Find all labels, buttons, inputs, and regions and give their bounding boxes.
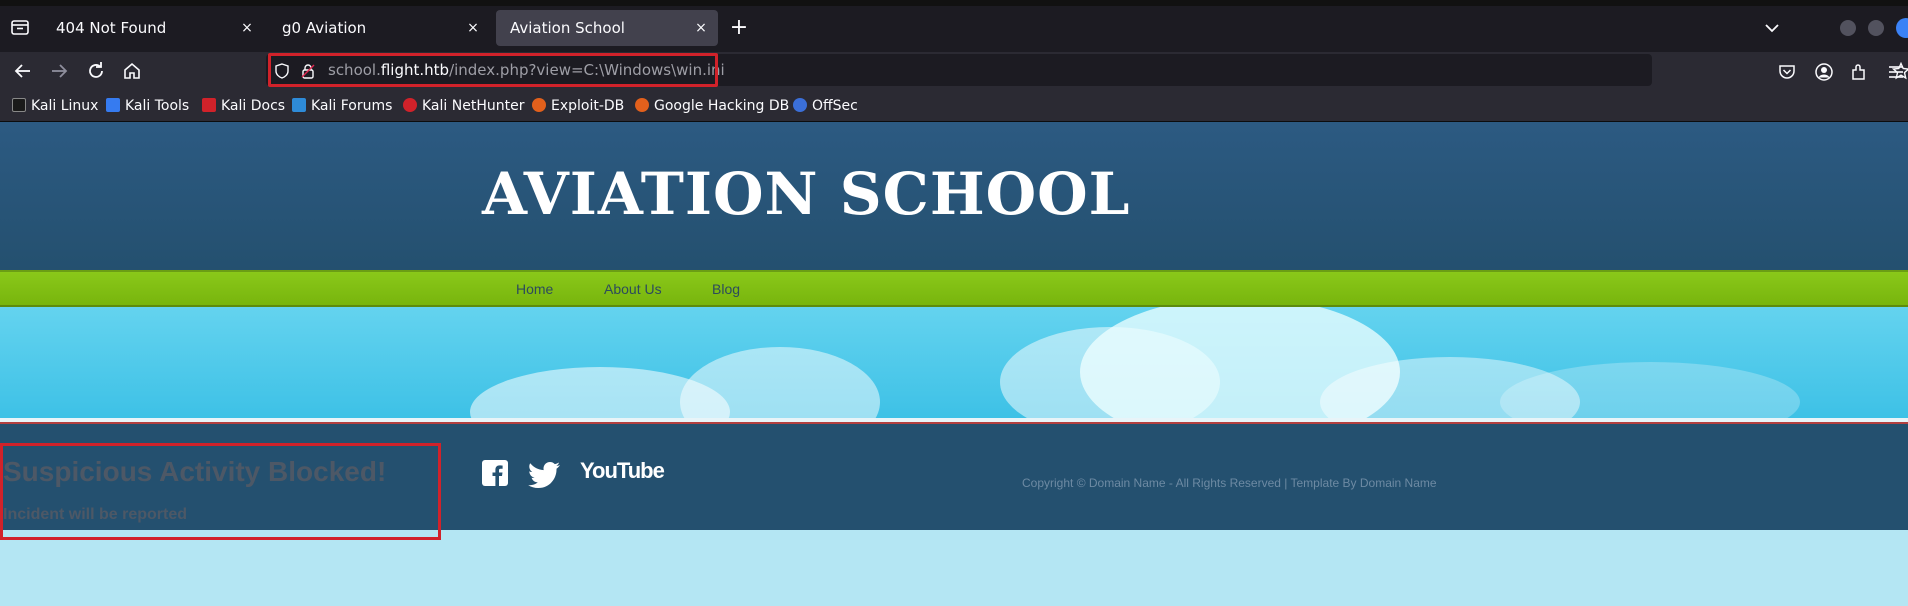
tab-404-not-found[interactable]: 404 Not Found × <box>42 10 264 46</box>
twitter-icon[interactable] <box>526 462 562 488</box>
menu-home[interactable]: Home <box>516 272 553 307</box>
bookmark-kali-docs[interactable]: Kali Docs <box>202 90 285 122</box>
bookmark-kali-linux[interactable]: Kali Linux <box>12 90 98 122</box>
bookmark-kali-nethunter[interactable]: Kali NetHunter <box>403 90 524 122</box>
url-highlight-box <box>268 53 718 87</box>
extensions-icon[interactable] <box>1849 62 1869 82</box>
tab-title: Aviation School <box>510 19 625 37</box>
bookmark-label: Kali Forums <box>311 98 393 114</box>
facebook-icon[interactable] <box>482 460 508 486</box>
sky-banner <box>0 307 1908 419</box>
kali-forums-icon <box>292 98 306 112</box>
copyright-text: Copyright © Domain Name - All Rights Res… <box>1022 476 1437 490</box>
tab-list-icon[interactable] <box>10 18 30 36</box>
tab-bar: 404 Not Found × g0 Aviation × Aviation S… <box>0 0 1908 52</box>
kali-docs-icon <box>202 98 216 112</box>
pocket-icon[interactable] <box>1777 62 1797 82</box>
nethunter-icon <box>403 98 417 112</box>
alert-subtitle: Incident will be reported <box>3 506 188 523</box>
bookmark-label: Kali Tools <box>125 98 190 114</box>
ghdb-icon <box>635 98 649 112</box>
home-icon[interactable] <box>120 59 144 83</box>
tab-close-icon[interactable]: × <box>464 10 482 46</box>
new-tab-button[interactable]: + <box>728 14 750 42</box>
bookmark-label: Google Hacking DB <box>654 98 790 114</box>
alert-highlight-box: Suspicious Activity Blocked! Incident wi… <box>0 443 441 540</box>
menu-about-us[interactable]: About Us <box>604 272 662 307</box>
tab-aviation-school[interactable]: Aviation School × <box>496 10 718 46</box>
tab-title: 404 Not Found <box>56 19 167 37</box>
site-header: AVIATION SCHOOL <box>0 122 1908 270</box>
tab-close-icon[interactable]: × <box>238 10 256 46</box>
close-window-button[interactable] <box>1896 18 1908 38</box>
bookmark-google-hacking-db[interactable]: Google Hacking DB <box>635 90 789 122</box>
offsec-icon <box>793 98 807 112</box>
account-icon[interactable] <box>1814 62 1834 82</box>
bookmark-kali-forums[interactable]: Kali Forums <box>292 90 392 122</box>
menu-hamburger-icon[interactable] <box>1886 62 1906 82</box>
back-arrow-icon[interactable] <box>11 59 35 83</box>
site-menu: Home About Us Blog <box>0 270 1908 307</box>
bookmark-label: Exploit-DB <box>551 98 625 114</box>
site-title: AVIATION SCHOOL <box>482 160 1131 228</box>
maximize-button[interactable] <box>1868 20 1884 36</box>
bookmark-label: Kali NetHunter <box>422 98 525 114</box>
bookmark-kali-tools[interactable]: Kali Tools <box>106 90 189 122</box>
bookmarks-toolbar: Kali Linux Kali Tools Kali Docs Kali For… <box>0 90 1908 122</box>
tab-close-icon[interactable]: × <box>692 10 710 46</box>
exploit-db-icon <box>532 98 546 112</box>
tabbar-top-strip <box>0 0 1908 6</box>
alert-title: Suspicious Activity Blocked! <box>3 456 387 487</box>
minimize-button[interactable] <box>1840 20 1856 36</box>
bookmark-exploit-db[interactable]: Exploit-DB <box>532 90 624 122</box>
cloud-shape <box>680 347 880 419</box>
kali-icon <box>12 98 26 112</box>
bookmark-offsec[interactable]: OffSec <box>793 90 858 122</box>
web-page: AVIATION SCHOOL Home About Us Blog YouTu… <box>0 122 1908 606</box>
bookmark-label: Kali Docs <box>221 98 286 114</box>
bookmark-label: OffSec <box>812 98 858 114</box>
bookmark-label: Kali Linux <box>31 98 99 114</box>
forward-arrow-icon[interactable] <box>47 59 71 83</box>
kali-tools-icon <box>106 98 120 112</box>
youtube-icon[interactable]: YouTube <box>580 458 665 484</box>
tab-title: g0 Aviation <box>282 19 367 37</box>
tab-g0-aviation[interactable]: g0 Aviation × <box>268 10 490 46</box>
chevron-down-icon[interactable] <box>1762 18 1782 38</box>
reload-icon[interactable] <box>84 59 108 83</box>
menu-blog[interactable]: Blog <box>712 272 740 307</box>
